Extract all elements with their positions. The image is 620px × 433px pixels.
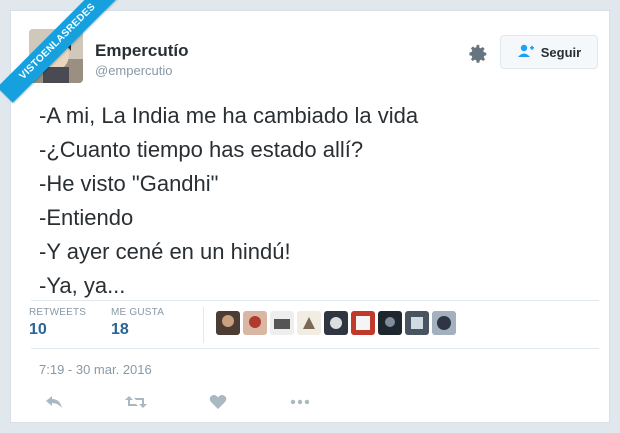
likes-count: 18	[111, 321, 129, 338]
liker-avatar[interactable]	[243, 311, 267, 335]
retweets-stat[interactable]: RETWEETS 10	[29, 307, 86, 339]
likes-stat[interactable]: ME GUSTA 18	[111, 307, 164, 339]
liker-avatar[interactable]	[216, 311, 240, 335]
tweet-text: -A mi, La India me ha cambiado la vida -…	[39, 99, 418, 303]
reply-icon[interactable]	[41, 392, 67, 412]
user-name[interactable]: Empercutío	[95, 41, 189, 61]
liker-avatar[interactable]	[432, 311, 456, 335]
gear-icon[interactable]	[467, 43, 489, 65]
tweet-line: -A mi, La India me ha cambiado la vida	[39, 103, 419, 128]
divider	[203, 307, 204, 343]
tweet-line: -Y ayer cené en un hindú!	[39, 239, 291, 264]
liker-avatar[interactable]	[270, 311, 294, 335]
tweet-actions	[41, 392, 369, 412]
liker-avatar[interactable]	[405, 311, 429, 335]
retweets-count: 10	[29, 321, 47, 338]
user-handle[interactable]: @empercutio	[95, 63, 173, 78]
liker-avatars	[216, 311, 456, 335]
add-user-icon	[517, 44, 535, 61]
tweet-card: VISTOENLASREDES Empercutío @empercutio S…	[0, 0, 610, 423]
more-icon[interactable]	[287, 392, 313, 412]
like-icon[interactable]	[205, 392, 231, 412]
tweet-line: -Ya, ya...	[39, 273, 126, 298]
tweet-line: -¿Cuanto tiempo has estado allí?	[39, 137, 364, 162]
liker-avatar[interactable]	[351, 311, 375, 335]
likes-label: ME GUSTA	[111, 307, 165, 318]
retweets-label: RETWEETS	[29, 307, 87, 318]
retweet-icon[interactable]	[123, 392, 149, 412]
timestamp[interactable]: 7:19 - 30 mar. 2016	[39, 362, 152, 377]
divider	[31, 348, 599, 349]
tweet-line: -He visto "Gandhi"	[39, 171, 219, 196]
liker-avatar[interactable]	[297, 311, 321, 335]
follow-label: Seguir	[540, 44, 582, 60]
liker-avatar[interactable]	[378, 311, 402, 335]
follow-button[interactable]: Seguir	[500, 35, 598, 69]
tweet-line: -Entiendo	[39, 205, 134, 230]
liker-avatar[interactable]	[324, 311, 348, 335]
divider	[31, 300, 599, 301]
